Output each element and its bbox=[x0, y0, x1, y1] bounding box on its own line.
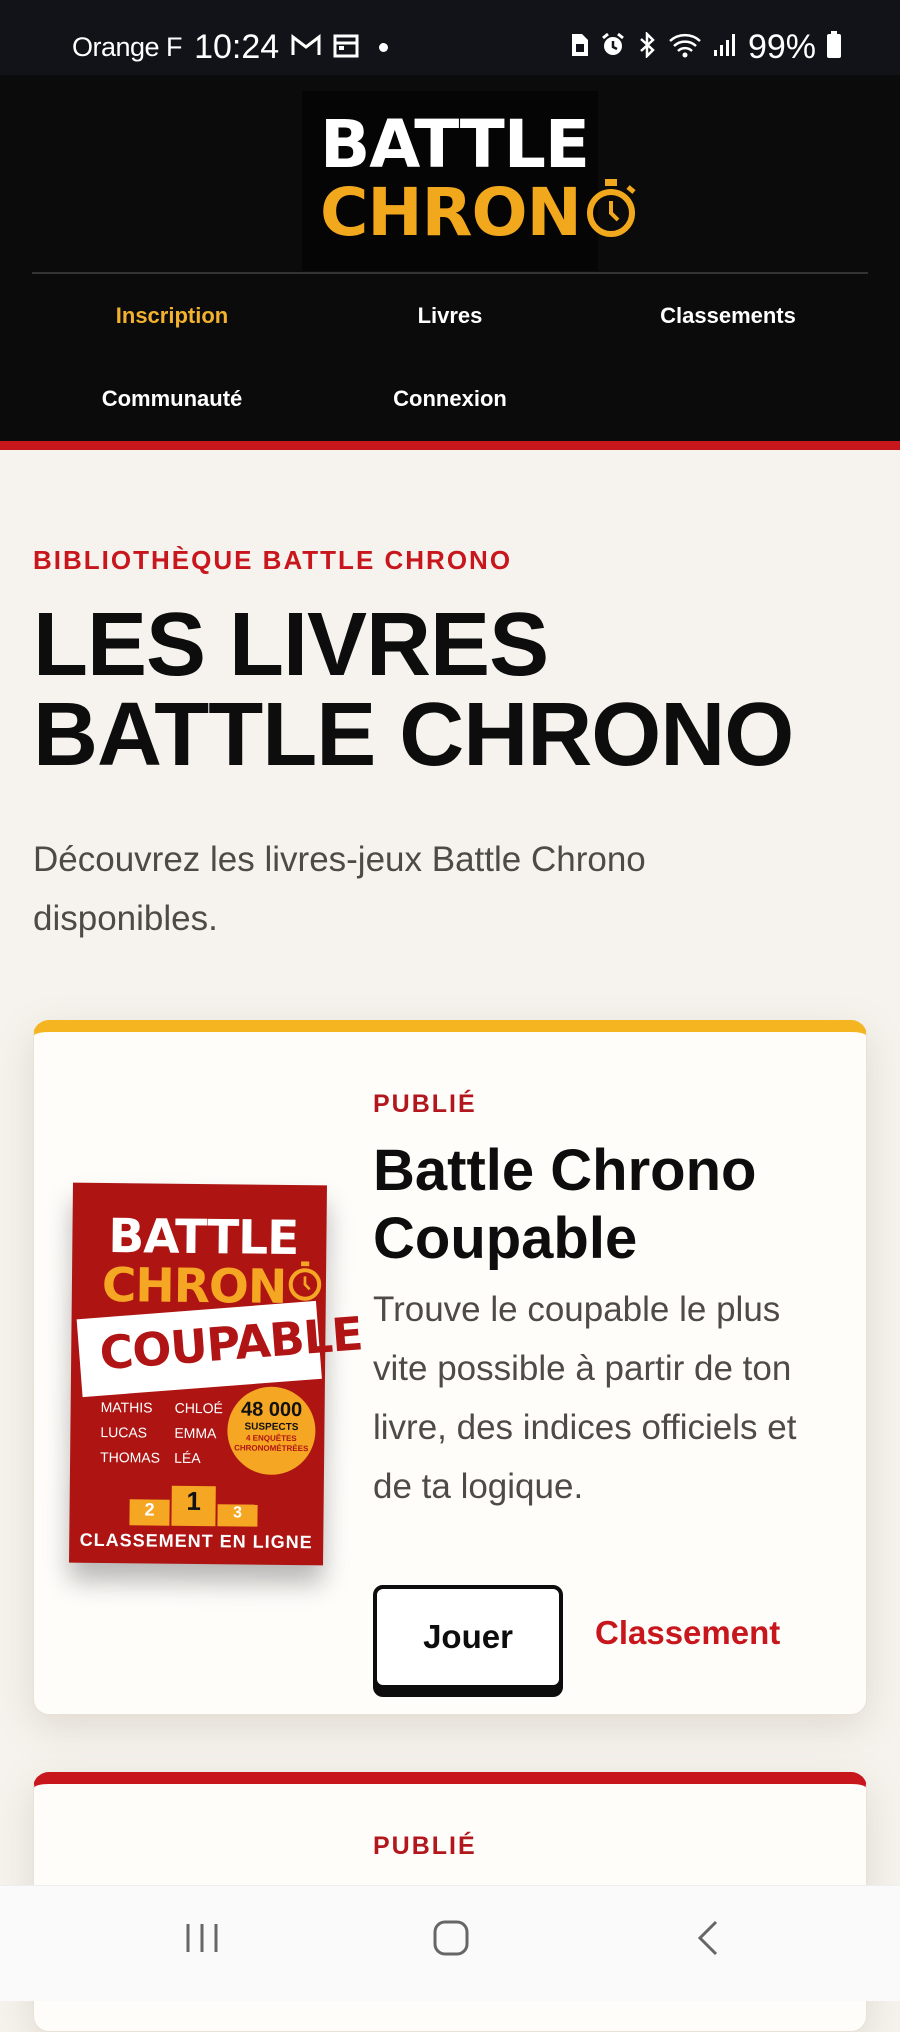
podium-step-3: 3 bbox=[217, 1504, 258, 1527]
cover-names-col2: CHLOÉ EMMA LÉA bbox=[174, 1396, 223, 1472]
section-eyebrow: BIBLIOTHÈQUE BATTLE CHRONO bbox=[33, 545, 513, 575]
home-icon[interactable] bbox=[431, 1918, 471, 1963]
carrier-name: Orange F bbox=[72, 32, 183, 62]
cover-badge-line1: SUSPECTS bbox=[244, 1421, 299, 1434]
system-nav-bar bbox=[0, 1885, 900, 2001]
cover-podium: 2 1 3 bbox=[129, 1485, 259, 1527]
nav-classements[interactable]: Classements bbox=[588, 303, 868, 329]
page-title-line2: BATTLE CHRONO bbox=[33, 685, 794, 785]
gmail-icon bbox=[291, 33, 321, 62]
nav-communaute[interactable]: Communauté bbox=[32, 386, 312, 412]
stopwatch-icon bbox=[581, 177, 639, 249]
play-button[interactable]: Jouer bbox=[373, 1585, 563, 1689]
page-title: LES LIVRES BATTLE CHRONO bbox=[33, 600, 873, 780]
page-intro: Découvrez les livres-jeux Battle Chrono … bbox=[33, 840, 646, 938]
status-bar: Orange F 10:24 99% bbox=[0, 0, 900, 75]
wifi-icon bbox=[668, 32, 702, 63]
battery-icon bbox=[826, 31, 842, 64]
nav-livres[interactable]: Livres bbox=[310, 303, 590, 329]
book-card: BATTLE CHRON COUPABLE MATHIS LUCAS THOMA… bbox=[33, 1020, 867, 1715]
battery-percent: 99% bbox=[747, 28, 816, 66]
book-description: Trouve le coupable le plus vite possible… bbox=[373, 1290, 797, 1506]
cover-badge: 48 000 SUSPECTS 4 ENQUÊTES CHRONOMÉTRÉES bbox=[226, 1386, 316, 1476]
cover-names-col1: MATHIS LUCAS THOMAS bbox=[100, 1395, 161, 1471]
bluetooth-icon bbox=[636, 30, 658, 63]
podium-step-1: 1 bbox=[171, 1485, 216, 1527]
ranking-link[interactable]: Classement bbox=[595, 1614, 780, 1652]
cover-name: MATHIS bbox=[100, 1398, 153, 1416]
site-logo[interactable]: BATTLE CHRON bbox=[302, 91, 636, 271]
cover-name: CHLOÉ bbox=[174, 1399, 223, 1417]
cover-badge-line3: CHRONOMÉTRÉES bbox=[234, 1443, 309, 1454]
logo-line2-text: CHRON bbox=[320, 174, 582, 251]
book-cover-image[interactable]: BATTLE CHRON COUPABLE MATHIS LUCAS THOMA… bbox=[69, 1182, 364, 1566]
sim-icon bbox=[568, 32, 590, 63]
back-icon[interactable] bbox=[688, 1918, 728, 1963]
nav-inscription[interactable]: Inscription bbox=[32, 303, 312, 329]
header-divider bbox=[32, 272, 868, 274]
book-title: Battle Chrono Coupable bbox=[373, 1138, 757, 1271]
recents-icon[interactable] bbox=[182, 1918, 222, 1963]
cover-footer: CLASSEMENT EN LIGNE bbox=[79, 1529, 313, 1553]
cover-badge-number: 48 000 bbox=[240, 1398, 303, 1422]
cover-name: THOMAS bbox=[100, 1448, 161, 1466]
podium-step-2: 2 bbox=[129, 1499, 170, 1526]
book-status: PUBLIÉ bbox=[373, 1090, 477, 1118]
cover-name: LUCAS bbox=[100, 1423, 148, 1441]
book-status: PUBLIÉ bbox=[373, 1832, 477, 1860]
notification-dot bbox=[379, 43, 389, 52]
cover-name: EMMA bbox=[174, 1424, 217, 1442]
header-accent-line bbox=[0, 441, 900, 450]
alarm-icon bbox=[600, 32, 626, 63]
signal-icon bbox=[712, 32, 738, 63]
logo-line2: CHRON bbox=[320, 174, 636, 251]
site-header: BATTLE CHRON Inscription Livres Classeme… bbox=[0, 75, 900, 441]
calendar-icon bbox=[333, 32, 359, 63]
cover-name: LÉA bbox=[174, 1449, 201, 1467]
nav-connexion[interactable]: Connexion bbox=[310, 386, 590, 412]
clock-time: 10:24 bbox=[194, 28, 280, 66]
logo-line1: BATTLE bbox=[320, 106, 590, 183]
page-title-line1: LES LIVRES bbox=[33, 595, 549, 695]
